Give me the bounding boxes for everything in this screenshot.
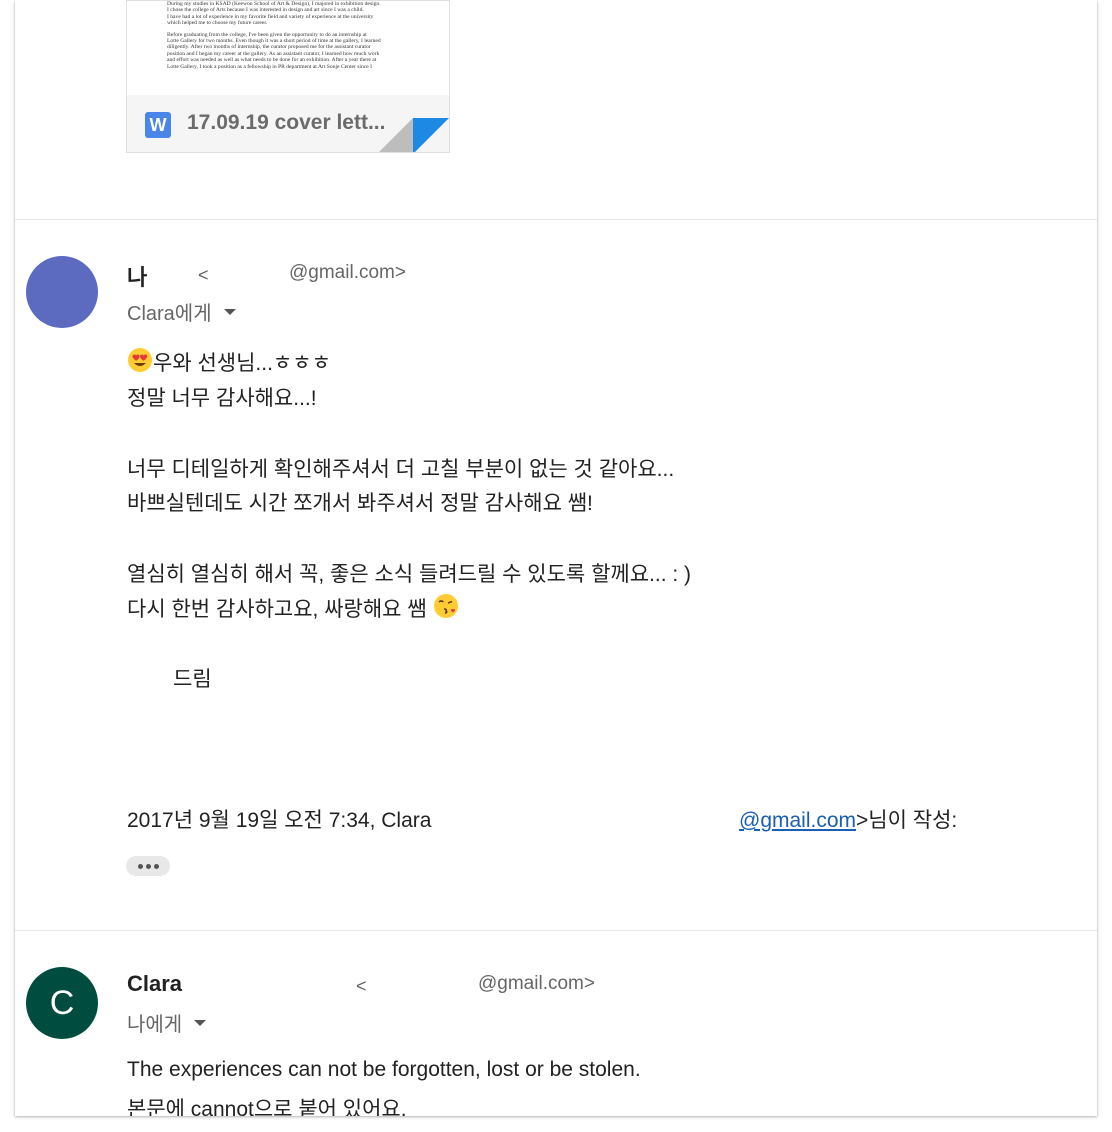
- preview-line: I have had a lot of experience in my fav…: [167, 13, 374, 20]
- avatar: C: [26, 967, 98, 1039]
- message-line: The experiences can not be forgotten, lo…: [127, 1058, 641, 1081]
- show-trimmed-content-button[interactable]: [126, 856, 170, 876]
- message-line: 너무 디테일하게 확인해주셔서 더 고칠 부분이 없는 것 같아요...: [127, 458, 675, 481]
- attachment-filename[interactable]: 17.09.19 cover lett...: [187, 111, 385, 135]
- email-bracket: <: [198, 265, 209, 285]
- email-bracket: <: [356, 976, 367, 996]
- quote-email-link[interactable]: @gmail.com: [739, 809, 856, 832]
- sender-email: @gmail.com>: [478, 973, 595, 994]
- sender-email: @gmail.com>: [289, 262, 406, 283]
- message-line: 바쁘실텐데도 시간 쪼개서 봐주셔서 정말 감사해요 쌤!: [127, 492, 593, 515]
- preview-line: I chose the college of Arts because I wa…: [167, 7, 364, 14]
- message-line: 우와 선생님...ㅎㅎㅎ: [127, 347, 331, 377]
- preview-line: position and I began my career at the ga…: [167, 50, 380, 57]
- message-divider: [15, 930, 1097, 931]
- quote-header-date: 2017년 9월 19일 오전 7:34, Clara: [127, 809, 432, 832]
- recipient-toggle[interactable]: 나에게: [127, 1008, 207, 1037]
- folded-corner-icon: [379, 118, 449, 152]
- caret-down-icon: [223, 308, 236, 315]
- preview-line: which helped me to choose my future care…: [167, 20, 268, 27]
- preview-line: diligently. After two months of internsh…: [167, 44, 371, 51]
- sender-name: 나: [127, 265, 148, 290]
- attachment-preview: During my studies in KSAD (Keewon School…: [127, 1, 449, 95]
- message-line: 다시 한번 감사하고요, 싸랑해요 쌤: [127, 593, 459, 623]
- dot-icon: [137, 863, 143, 869]
- message-text: 다시 한번 감사하고요, 싸랑해요 쌤: [127, 598, 427, 621]
- preview-line: and effort was needed as well as what ne…: [167, 57, 377, 64]
- attachment-footer: W 17.09.19 cover lett...: [127, 95, 449, 152]
- dot-icon: [153, 863, 159, 869]
- preview-line: Lotte Gallery, I took a position as a fe…: [167, 63, 373, 70]
- recipient-label: 나에게: [127, 1014, 183, 1036]
- kissing-face-emoji-icon: [433, 594, 458, 618]
- message-line: 본문에 cannot으로 붙어 있어요.: [127, 1098, 407, 1116]
- message-line: 열심히 열심히 해서 꼭, 좋은 소식 들려드릴 수 있도록 할께요... : …: [127, 563, 692, 586]
- signature: 드림: [173, 668, 212, 691]
- message-text: 우와 선생님...ㅎㅎㅎ: [153, 352, 331, 375]
- recipient-label: Clara에게: [127, 303, 212, 325]
- word-doc-icon: W: [145, 112, 171, 138]
- quote-suffix: >님이 작성:: [856, 809, 958, 832]
- message-divider: [15, 219, 1097, 220]
- quote-header-email: @gmail.com>님이 작성:: [739, 804, 957, 834]
- dot-icon: [145, 863, 151, 869]
- heart-eyes-emoji-icon: [128, 348, 152, 372]
- recipient-toggle[interactable]: Clara에게: [127, 297, 236, 326]
- email-thread: During my studies in KSAD (Keewon School…: [15, 0, 1097, 1116]
- preview-line: Before graduating from the college, I've…: [167, 31, 367, 38]
- sender-name: Clara: [127, 971, 183, 996]
- message-line: 정말 너무 감사해요...!: [127, 387, 317, 410]
- caret-down-icon: [194, 1019, 207, 1026]
- attachment-card[interactable]: During my studies in KSAD (Keewon School…: [126, 0, 450, 153]
- avatar: [26, 256, 98, 328]
